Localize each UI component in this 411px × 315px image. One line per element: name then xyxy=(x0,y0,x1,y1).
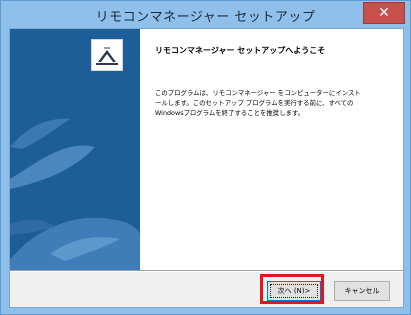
setup-logo-icon xyxy=(91,39,123,71)
wizard-body: リモコンマネージャー セットアップへようこそ このプログラムは、リモコンマネージ… xyxy=(9,28,404,308)
highlight-box xyxy=(260,274,324,304)
description-line: Windowsプログラムを終了することを推奨します。 xyxy=(155,109,305,117)
cancel-button-label: キャンセル xyxy=(344,287,380,295)
side-banner xyxy=(10,29,140,270)
setup-window: リモコンマネージャー セットアップ ✕ リモコンマネージャー セットアップへよう… xyxy=(0,0,411,315)
description-line: ールします。このセットアップ プログラムを実行する前に、すべての xyxy=(155,99,354,107)
close-icon: ✕ xyxy=(378,5,390,21)
window-title: リモコンマネージャー セットアップ xyxy=(95,10,316,25)
welcome-heading: リモコンマネージャー セットアップへようこそ xyxy=(155,46,326,55)
description-line: このプログラムは、リモコンマネージャー をコンピューターにインスト xyxy=(155,89,361,97)
cancel-button[interactable]: キャンセル xyxy=(334,281,390,301)
welcome-panel: リモコンマネージャー セットアップへようこそ このプログラムは、リモコンマネージ… xyxy=(140,29,403,270)
title-bar[interactable]: リモコンマネージャー セットアップ ✕ xyxy=(1,1,410,28)
welcome-description: このプログラムは、リモコンマネージャー をコンピューターにインスト ールします。… xyxy=(155,88,395,118)
footer-divider xyxy=(10,270,403,272)
close-button[interactable]: ✕ xyxy=(363,2,405,24)
